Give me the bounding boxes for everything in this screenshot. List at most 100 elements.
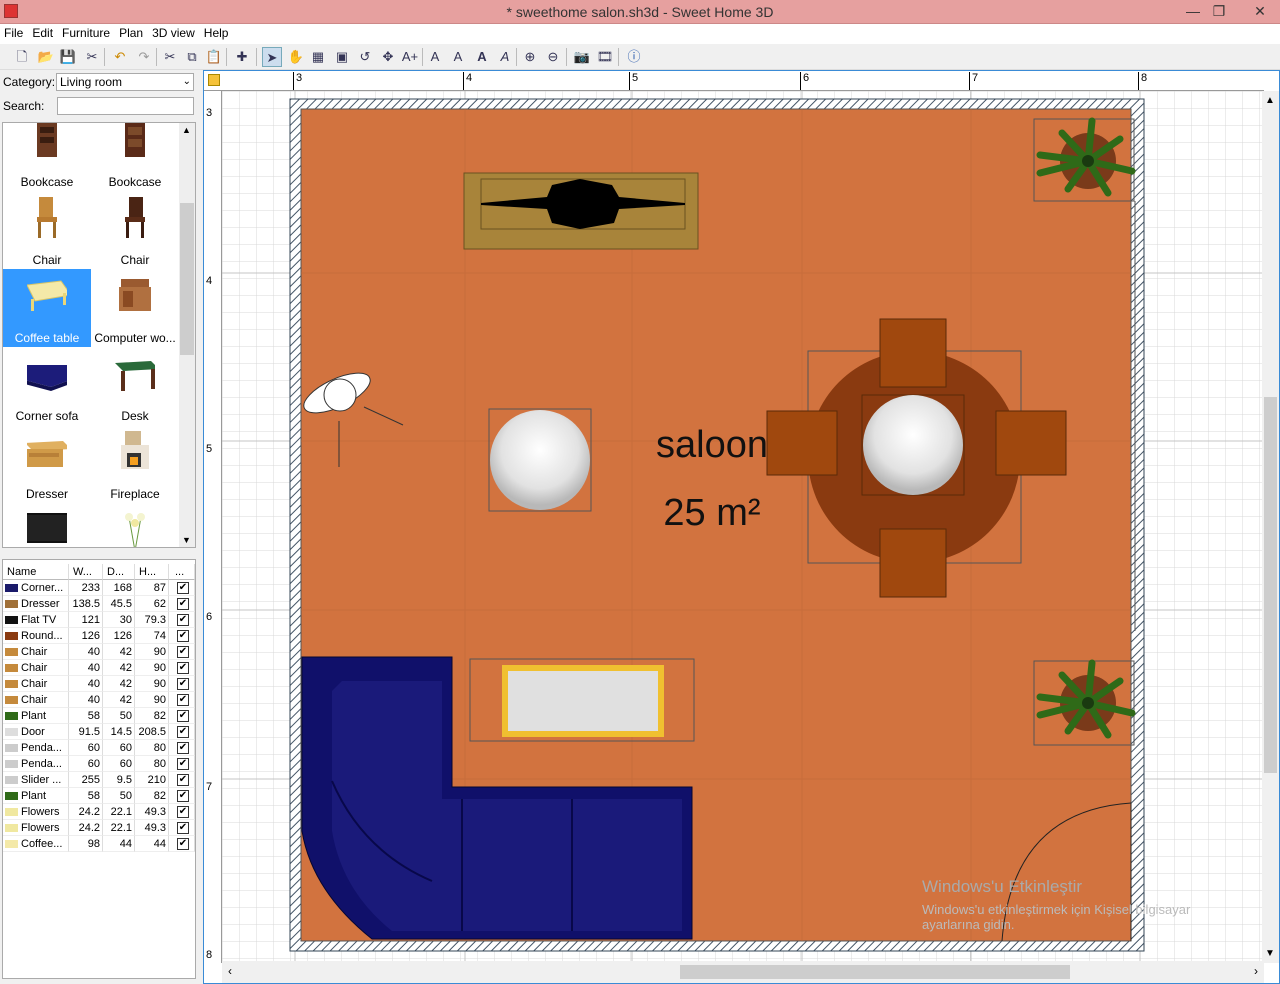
visible-checkbox[interactable]: ✔	[177, 582, 189, 594]
plan-canvas[interactable]: saloon 25 m²	[222, 91, 1264, 963]
save-icon[interactable]: 💾	[58, 47, 78, 67]
copy-icon[interactable]: ⧉	[182, 47, 202, 67]
create-walls-icon[interactable]: ▦	[308, 47, 328, 67]
catalog-item-chair[interactable]: Chair	[3, 191, 91, 269]
create-polylines-icon[interactable]: ↺	[355, 47, 375, 67]
coffee-table[interactable]	[469, 658, 695, 742]
table-row[interactable]: Penda... 60 60 80 ✔	[3, 740, 195, 756]
search-input[interactable]	[57, 97, 194, 115]
open-icon[interactable]: 📂	[36, 47, 56, 67]
table-row[interactable]: Plant 58 50 82 ✔	[3, 788, 195, 804]
cut-icon[interactable]: ✂	[160, 47, 180, 67]
menu-3d-view[interactable]: 3D view	[148, 24, 200, 40]
room-name-label[interactable]: saloon	[656, 424, 768, 466]
visible-checkbox[interactable]: ✔	[177, 646, 189, 658]
visible-checkbox[interactable]: ✔	[177, 694, 189, 706]
table-row[interactable]: Flowers 24.2 22.1 49.3 ✔	[3, 820, 195, 836]
catalog-scrollbar[interactable]: ▲ ▼	[179, 123, 195, 547]
select-mode-icon[interactable]: ➤	[262, 47, 282, 67]
catalog-item-desk[interactable]: Desk	[91, 347, 179, 425]
scroll-down-icon[interactable]: ▼	[182, 535, 191, 545]
visible-checkbox[interactable]: ✔	[177, 598, 189, 610]
paste-icon[interactable]: 📋	[204, 47, 224, 67]
menu-furniture[interactable]: Furniture	[58, 24, 115, 40]
add-text-icon[interactable]: A+	[400, 47, 420, 67]
decrease-text-size-icon[interactable]: A	[448, 47, 468, 67]
redo-icon[interactable]: ↷	[134, 47, 154, 67]
undo-icon[interactable]: ↶	[110, 47, 130, 67]
table-row[interactable]: Coffee... 98 44 44 ✔	[3, 836, 195, 852]
scrollbar-thumb[interactable]	[680, 965, 1070, 979]
zoom-in-icon[interactable]: ⊕	[520, 47, 540, 67]
visible-checkbox[interactable]: ✔	[177, 774, 189, 786]
increase-text-size-icon[interactable]: A	[425, 47, 445, 67]
pan-mode-icon[interactable]: ✋	[286, 47, 306, 67]
new-icon[interactable]: 🗋	[12, 47, 32, 67]
catalog-item-flowers[interactable]	[91, 503, 179, 547]
create-video-icon[interactable]: 🎞	[595, 47, 615, 67]
table-row[interactable]: Flowers 24.2 22.1 49.3 ✔	[3, 804, 195, 820]
visible-checkbox[interactable]: ✔	[177, 822, 189, 834]
menu-plan[interactable]: Plan	[115, 24, 148, 40]
cut-preferences-icon[interactable]: ✂	[82, 47, 102, 67]
table-row[interactable]: Corner... 233 168 87 ✔	[3, 580, 195, 596]
restore-button[interactable]: ❐	[1204, 0, 1234, 24]
visible-checkbox[interactable]: ✔	[177, 790, 189, 802]
visible-checkbox[interactable]: ✔	[177, 710, 189, 722]
help-icon[interactable]: ⓘ	[624, 47, 644, 67]
visible-checkbox[interactable]: ✔	[177, 838, 189, 850]
zoom-out-icon[interactable]: ⊖	[543, 47, 563, 67]
menu-edit[interactable]: Edit	[28, 24, 58, 40]
column-height[interactable]: H...	[135, 564, 169, 580]
scrollbar-thumb[interactable]	[180, 203, 194, 355]
column-depth[interactable]: D...	[103, 564, 135, 580]
visible-checkbox[interactable]: ✔	[177, 742, 189, 754]
catalog-item-coffee-table[interactable]: Coffee table	[3, 269, 91, 347]
catalog-item-fireplace[interactable]: Fireplace	[91, 425, 179, 503]
visible-checkbox[interactable]: ✔	[177, 726, 189, 738]
scrollbar-thumb[interactable]	[1264, 397, 1277, 773]
category-select[interactable]: Living room ⌄	[56, 73, 194, 91]
menu-help[interactable]: Help	[200, 24, 234, 40]
add-furniture-icon[interactable]: ✚	[232, 47, 252, 67]
table-row[interactable]: Chair 40 42 90 ✔	[3, 692, 195, 708]
column-width[interactable]: W...	[69, 564, 103, 580]
table-row[interactable]: Slider ... 255 9.5 210 ✔	[3, 772, 195, 788]
catalog-item-corner-sofa[interactable]: Corner sofa	[3, 347, 91, 425]
visible-checkbox[interactable]: ✔	[177, 630, 189, 642]
column-name[interactable]: Name	[3, 564, 69, 580]
plan-vertical-scrollbar[interactable]: ▲ ▼	[1262, 91, 1279, 963]
bold-text-icon[interactable]: A	[472, 47, 492, 67]
catalog-item-bookcase-2[interactable]: Bookcase	[91, 123, 179, 191]
catalog-item-dresser[interactable]: Dresser	[3, 425, 91, 503]
create-rooms-icon[interactable]: ▣	[332, 47, 352, 67]
visible-checkbox[interactable]: ✔	[177, 758, 189, 770]
visible-checkbox[interactable]: ✔	[177, 614, 189, 626]
italic-text-icon[interactable]: A	[495, 47, 515, 67]
table-row[interactable]: Chair 40 42 90 ✔	[3, 676, 195, 692]
table-row[interactable]: Chair 40 42 90 ✔	[3, 644, 195, 660]
plan-view[interactable]: 3 4 5 6 7 8 3 4 5 6 7 8 saloon 25 m² ▲ ▼…	[203, 70, 1280, 984]
create-dimensions-icon[interactable]: ✥	[378, 47, 398, 67]
scroll-up-icon[interactable]: ▲	[182, 125, 191, 135]
table-row[interactable]: Penda... 60 60 80 ✔	[3, 756, 195, 772]
menu-file[interactable]: File	[0, 24, 28, 40]
catalog-item-flat-tv[interactable]	[3, 503, 91, 547]
column-visible[interactable]: ...	[169, 564, 195, 580]
visible-checkbox[interactable]: ✔	[177, 662, 189, 674]
dresser-tv[interactable]	[463, 172, 699, 250]
plan-lock-icon[interactable]	[208, 74, 220, 86]
table-row[interactable]: Plant 58 50 82 ✔	[3, 708, 195, 724]
table-row[interactable]: Dresser 138.5 45.5 62 ✔	[3, 596, 195, 612]
catalog-item-bookcase[interactable]: Bookcase	[3, 123, 91, 191]
visible-checkbox[interactable]: ✔	[177, 806, 189, 818]
scroll-right-icon[interactable]: ›	[1254, 964, 1258, 978]
catalog-item-chair-2[interactable]: Chair	[91, 191, 179, 269]
table-row[interactable]: Round... 126 126 74 ✔	[3, 628, 195, 644]
scroll-left-icon[interactable]: ‹	[228, 964, 232, 978]
scroll-up-icon[interactable]: ▲	[1265, 95, 1275, 106]
visible-checkbox[interactable]: ✔	[177, 678, 189, 690]
catalog-item-computer-workstation[interactable]: Computer wo...	[91, 269, 179, 347]
table-row[interactable]: Chair 40 42 90 ✔	[3, 660, 195, 676]
create-photo-icon[interactable]: 📷	[572, 47, 592, 67]
